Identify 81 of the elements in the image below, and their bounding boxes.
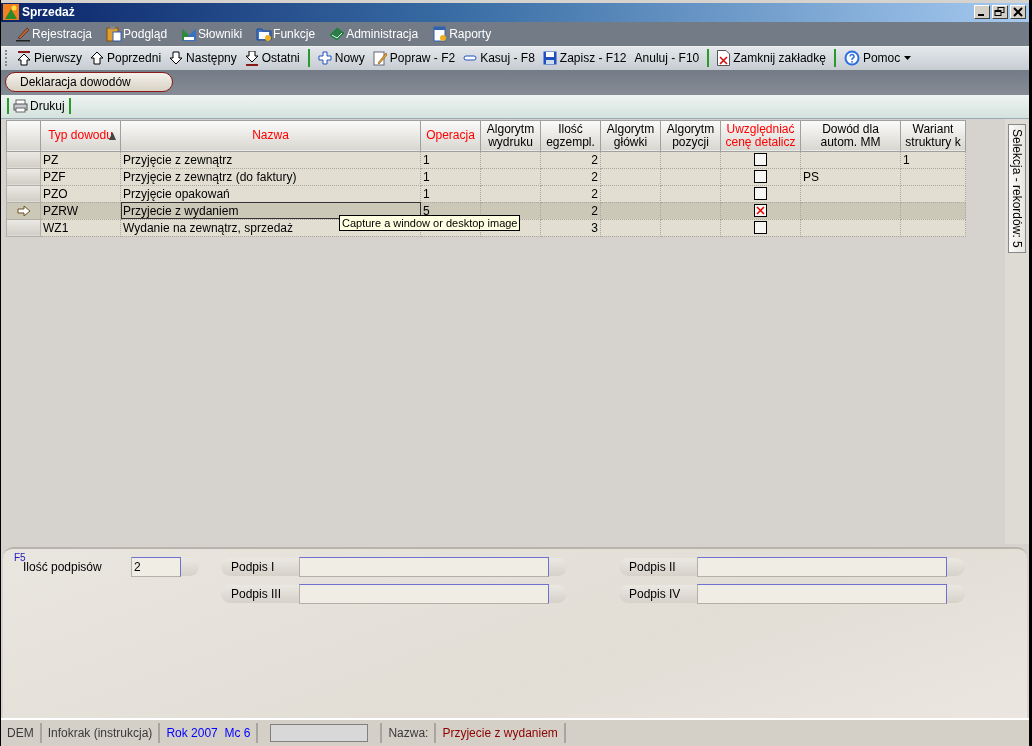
checked-box-icon <box>754 204 767 218</box>
document-x-icon <box>717 50 731 67</box>
input-field[interactable] <box>299 584 549 605</box>
table-cell: Przyjecie z wydaniem <box>120 202 421 220</box>
input-field[interactable] <box>697 557 947 578</box>
status-text: DEM <box>1 723 42 743</box>
tab[interactable]: Deklaracja dowodów <box>5 72 173 93</box>
toolbar-button[interactable]: Anuluj - F10 <box>634 51 700 66</box>
table-cell <box>900 202 966 220</box>
input-field[interactable]: 2 <box>131 557 181 578</box>
toolbar-button[interactable]: Ostatni <box>244 50 300 66</box>
help-icon <box>843 50 860 67</box>
printer-icon <box>13 99 28 114</box>
field-end-cap <box>947 558 965 577</box>
input-field[interactable] <box>299 557 549 578</box>
shortcut-label: F5 <box>14 552 26 564</box>
status-text: Nazwa: <box>382 723 437 743</box>
status-text: Przyjecie z wydaniem <box>436 723 566 743</box>
arrow-right-icon <box>16 204 31 217</box>
menu-item[interactable]: Funkcje <box>256 25 316 42</box>
column-header[interactable]: Dowód dla autom. MM <box>800 120 901 152</box>
field-end-cap <box>947 585 965 604</box>
app-icon <box>3 4 19 20</box>
close-icon[interactable] <box>1010 5 1026 19</box>
folder-icon <box>256 25 273 42</box>
menu-item[interactable]: Administracja <box>329 25 419 42</box>
menu-item[interactable]: Podgląd <box>106 25 168 42</box>
pen-icon <box>15 25 31 42</box>
toolbar-button[interactable]: Nowy <box>317 51 365 66</box>
toolbar-button[interactable]: Zamknij zakładkę <box>717 50 826 67</box>
plus-icon <box>317 51 332 66</box>
field-label: Podpis II <box>619 558 697 577</box>
arrow-down-bar-icon <box>244 50 259 66</box>
menu-item[interactable]: Raporty <box>432 25 492 42</box>
arrow-down-icon <box>169 51 184 66</box>
toolbar-button[interactable]: Poprzedni <box>90 51 162 66</box>
arrow-up-icon <box>90 51 104 66</box>
field-label: Podpis IV <box>619 585 697 604</box>
arrow-up-bar-icon <box>17 50 31 66</box>
field-end-cap <box>549 585 567 604</box>
edit-icon <box>372 50 387 66</box>
minimize-icon[interactable] <box>974 5 990 19</box>
restore-icon[interactable] <box>992 5 1008 19</box>
menu-item[interactable]: Słowniki <box>181 25 243 42</box>
side-tab[interactable]: Selekcja - rekordów: 5 <box>1008 123 1026 253</box>
field-label: Podpis III <box>221 585 299 604</box>
menu-item[interactable]: Rejestracja <box>15 25 93 42</box>
empty-box-icon <box>754 187 767 201</box>
toolbar-button[interactable]: Pierwszy <box>17 50 82 66</box>
toolbar-button[interactable]: Zapisz - F12 <box>542 51 627 66</box>
status-text: Rok 2007 Mc 6 <box>160 723 259 743</box>
toolbar-button[interactable]: Następny <box>169 51 237 66</box>
report-icon <box>432 25 449 42</box>
menu-button[interactable]: Pomoc <box>843 50 913 67</box>
print-button[interactable]: Drukuj <box>13 99 65 114</box>
status-text: Infokrak (instrukcja) <box>41 723 161 743</box>
column-header[interactable]: Uwzględniać cenę detalicz <box>720 120 801 152</box>
book-icon <box>329 25 346 42</box>
minus-icon <box>463 54 478 63</box>
field-end-cap <box>549 558 567 577</box>
column-header[interactable]: Algorytm wydruku <box>480 120 541 152</box>
empty-box-icon <box>754 170 767 184</box>
clipboard-icon <box>106 25 123 42</box>
empty-box-icon <box>754 153 767 167</box>
table-cell <box>900 219 966 237</box>
caret-icon <box>903 55 913 62</box>
table-cell <box>900 168 966 186</box>
toolbar-button[interactable]: Kasuj - F8 <box>463 51 535 66</box>
column-header[interactable]: Ilość egzempl. <box>540 120 601 152</box>
column-header[interactable]: Algorytm pozycji <box>660 120 721 152</box>
toolbar-button[interactable]: Popraw - F2 <box>372 50 456 66</box>
column-header[interactable]: Algorytm główki <box>600 120 661 152</box>
field-label: Ilość podpisów <box>23 560 103 577</box>
field-end-cap <box>181 558 199 577</box>
table-cell <box>900 185 966 203</box>
input-field[interactable] <box>697 584 947 605</box>
save-icon <box>542 51 557 66</box>
column-header[interactable]: Wariant struktury k <box>900 120 966 152</box>
field-label: Podpis I <box>221 558 299 577</box>
window-title: Sprzedaż <box>22 5 76 19</box>
empty-box-icon <box>754 221 767 235</box>
